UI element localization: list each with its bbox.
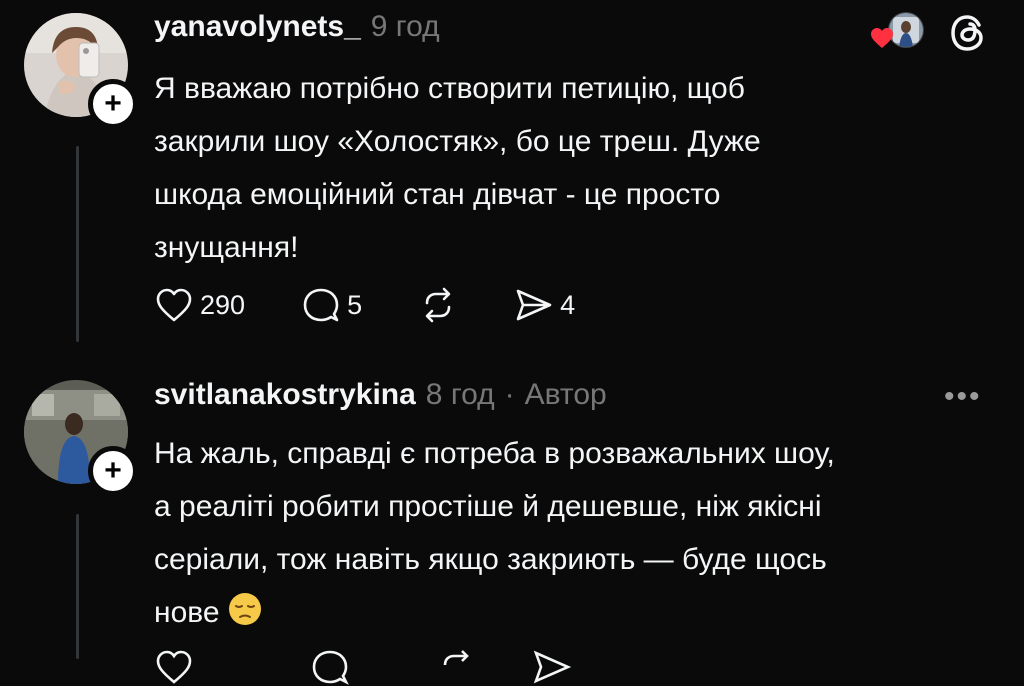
repost-icon bbox=[443, 650, 469, 666]
comment-header: svitlanakostrykina 8 год · Автор bbox=[154, 378, 607, 412]
heart-icon bbox=[156, 288, 192, 322]
share-icon bbox=[533, 650, 572, 684]
repost-button[interactable] bbox=[436, 648, 476, 686]
separator: · bbox=[504, 378, 515, 411]
share-button[interactable] bbox=[532, 648, 572, 686]
action-bar bbox=[154, 648, 628, 686]
share-icon bbox=[516, 289, 552, 321]
thread-line bbox=[76, 514, 79, 659]
timestamp: 8 год bbox=[425, 378, 495, 411]
thread-line bbox=[76, 146, 79, 342]
reply-button[interactable] bbox=[310, 648, 350, 686]
username[interactable]: svitlanakostrykina bbox=[154, 378, 416, 412]
comment-body: Я вважаю потрібно створити петицію, щоб … bbox=[154, 62, 1004, 274]
comment-line: знущання! bbox=[154, 231, 299, 264]
comment-line: а реаліті робити простіше й дешевше, ніж… bbox=[154, 490, 822, 523]
comment-line: закрили шоу «Холостяк», бо це треш. Дуже bbox=[154, 125, 761, 158]
comment-line: шкода емоційний стан дівчат - це просто bbox=[154, 178, 721, 211]
avatar-svitlanakostrykina[interactable]: + bbox=[24, 380, 138, 496]
author-label: Автор bbox=[524, 378, 607, 411]
heart-icon bbox=[156, 650, 192, 684]
repost-button[interactable] bbox=[418, 286, 458, 324]
comment-body: На жаль, справді є потреба в розважальни… bbox=[154, 427, 1004, 639]
reply-button[interactable]: 5 bbox=[301, 286, 362, 324]
more-icon[interactable]: ••• bbox=[944, 380, 982, 414]
threads-logo-icon[interactable] bbox=[950, 14, 986, 52]
timestamp: 9 год bbox=[370, 10, 440, 43]
like-button[interactable]: 290 bbox=[154, 286, 245, 324]
comment-icon bbox=[312, 650, 349, 685]
reply-count: 5 bbox=[347, 289, 363, 320]
pensive-face-icon bbox=[228, 593, 261, 625]
comment-line: серіали, тож навіть якщо закриють — буде… bbox=[154, 543, 827, 576]
avatar-yanavolynets[interactable]: + bbox=[24, 13, 138, 129]
share-count: 4 bbox=[560, 289, 576, 320]
heart-badge-icon bbox=[871, 28, 893, 48]
repost-icon bbox=[425, 287, 451, 323]
like-button[interactable] bbox=[154, 648, 194, 686]
comment-line: нове bbox=[154, 586, 1004, 639]
comment-icon bbox=[303, 288, 339, 322]
like-count: 290 bbox=[200, 289, 246, 320]
username[interactable]: yanavolynets_ bbox=[154, 10, 361, 44]
comment-line: Я вважаю потрібно створити петицію, щоб bbox=[154, 72, 745, 105]
comment-line: На жаль, справді є потреба в розважальни… bbox=[154, 437, 835, 470]
share-button[interactable]: 4 bbox=[514, 286, 575, 324]
action-bar: 290 5 4 bbox=[154, 286, 631, 324]
follow-plus-icon[interactable]: + bbox=[88, 446, 138, 496]
comment-header: yanavolynets_ 9 год bbox=[154, 10, 440, 44]
follow-plus-icon[interactable]: + bbox=[88, 79, 138, 129]
